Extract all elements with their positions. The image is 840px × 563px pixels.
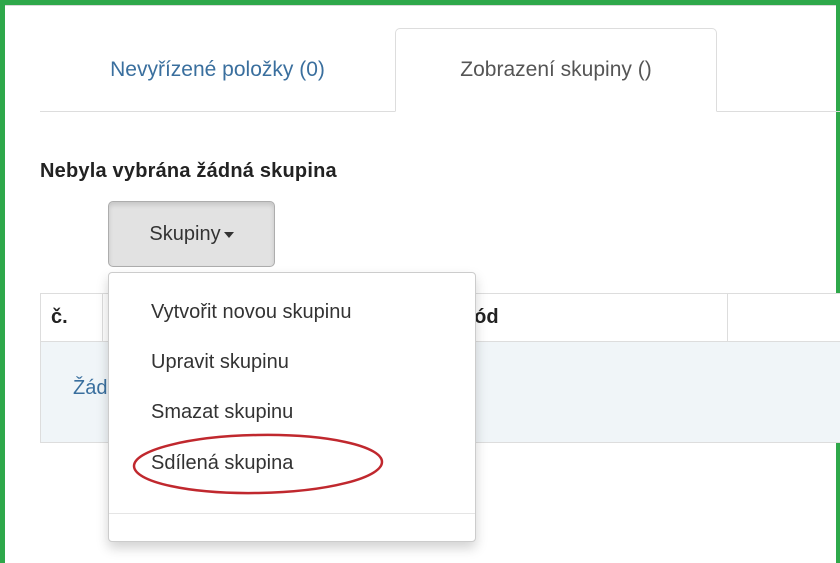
menu-item-delete-group[interactable]: Smazat skupinu <box>109 387 475 437</box>
menu-item-label: Upravit skupinu <box>151 350 289 373</box>
column-header-number: č. <box>41 294 103 341</box>
menu-item-create-group[interactable]: Vytvořit novou skupinu <box>109 287 475 337</box>
tab-pending-items[interactable]: Nevyřízené položky (0) <box>40 28 395 111</box>
tab-bar: Nevyřízené položky (0) Zobrazení skupiny… <box>40 28 840 112</box>
page-heading: Nebyla vybrána žádná skupina <box>40 160 337 182</box>
menu-item-label: Sdílená skupina <box>151 451 294 474</box>
menu-item-shared-group[interactable]: Sdílená skupina <box>109 438 475 488</box>
menu-divider <box>109 513 475 514</box>
groups-dropdown-button[interactable]: Skupiny <box>108 201 275 267</box>
tab-group-view[interactable]: Zobrazení skupiny () <box>395 28 717 112</box>
table-empty-text: Žád <box>73 377 108 399</box>
groups-dropdown-menu: Vytvořit novou skupinu Upravit skupinu S… <box>108 272 476 542</box>
menu-item-edit-group[interactable]: Upravit skupinu <box>109 337 475 387</box>
caret-down-icon <box>223 232 234 238</box>
groups-button-label: Skupiny <box>149 222 221 245</box>
menu-item-label: Smazat skupinu <box>151 400 294 423</box>
page-top-border <box>5 5 836 18</box>
menu-item-label: Vytvořit novou skupinu <box>151 300 352 323</box>
tab-group-view-label: Zobrazení skupiny () <box>460 58 652 81</box>
tab-pending-items-label: Nevyřízené položky (0) <box>110 57 325 81</box>
